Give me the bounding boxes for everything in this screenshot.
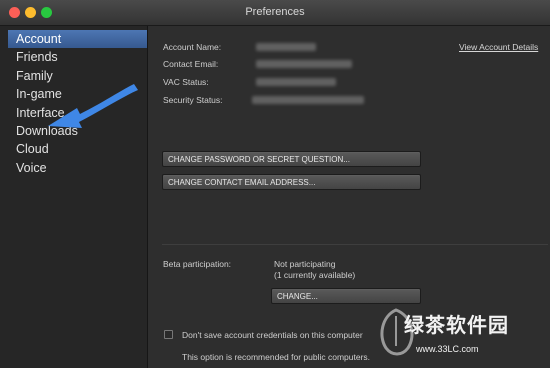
divider <box>162 244 548 245</box>
beta-available: (1 currently available) <box>274 270 356 280</box>
sidebar-item-account[interactable]: Account <box>8 30 147 49</box>
watermark-url: www.33LC.com <box>416 344 479 354</box>
vac-status-value <box>256 78 336 86</box>
contact-email-value <box>256 60 352 68</box>
window-title: Preferences <box>245 6 305 18</box>
change-password-button[interactable]: CHANGE PASSWORD OR SECRET QUESTION... <box>162 151 421 167</box>
title-bar: Preferences <box>0 0 550 26</box>
change-email-button[interactable]: CHANGE CONTACT EMAIL ADDRESS... <box>162 174 421 190</box>
sidebar-item-voice[interactable]: Voice <box>0 159 147 177</box>
view-account-details-link[interactable]: View Account Details <box>459 42 538 52</box>
contact-email-label: Contact Email: <box>163 59 219 69</box>
beta-participation-label: Beta participation: <box>163 259 232 269</box>
sidebar-item-cloud[interactable]: Cloud <box>0 140 147 158</box>
dont-save-credentials-label: Don't save account credentials on this c… <box>182 330 363 340</box>
credentials-note: This option is recommended for public co… <box>182 352 371 362</box>
watermark-text: 绿茶软件园 <box>404 315 509 337</box>
vac-status-label: VAC Status: <box>163 77 209 87</box>
security-status-value <box>252 96 364 104</box>
arrow-icon <box>48 84 138 128</box>
account-name-value <box>256 43 316 51</box>
account-name-label: Account Name: <box>163 42 222 52</box>
beta-status: Not participating <box>274 259 336 269</box>
dont-save-credentials-checkbox[interactable] <box>164 330 173 339</box>
security-status-label: Security Status: <box>163 95 223 105</box>
sidebar-item-friends[interactable]: Friends <box>0 48 147 66</box>
